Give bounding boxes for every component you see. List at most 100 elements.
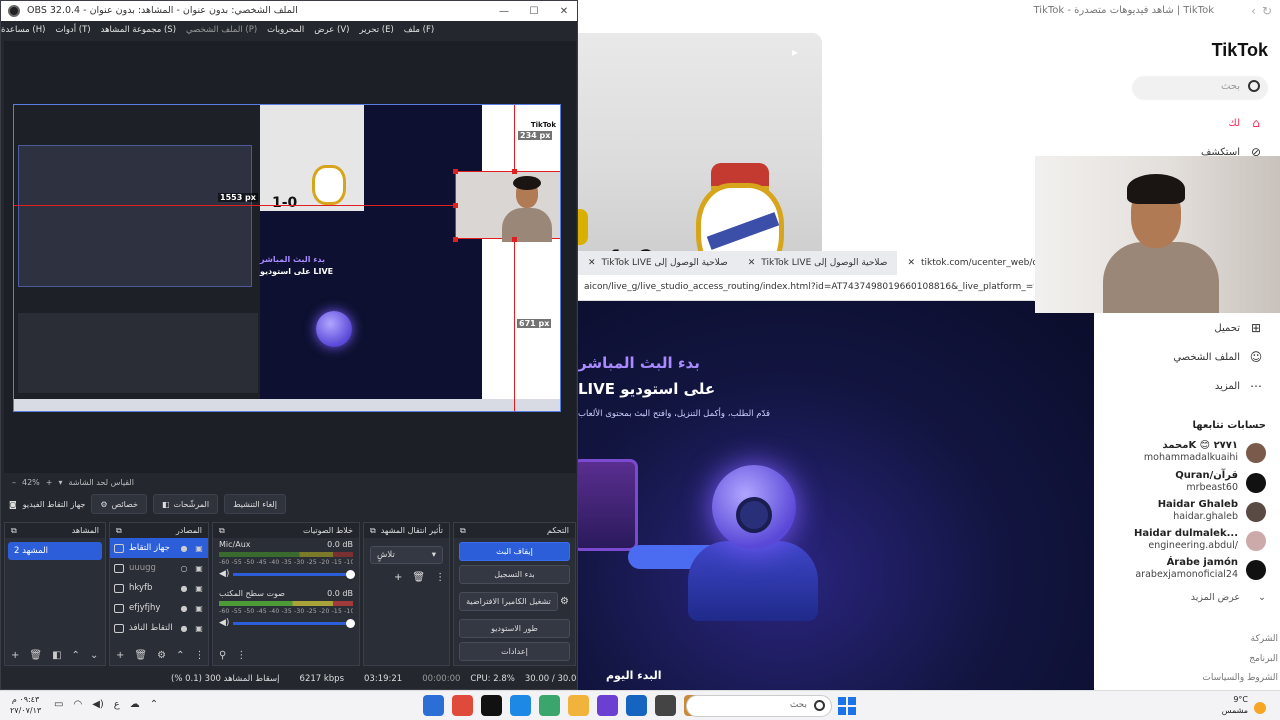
- arrow-down-icon[interactable]: ⌄: [90, 650, 98, 661]
- browser-tab[interactable]: ✕ TikTok LIVE صلاحية الوصول إلى: [738, 251, 898, 275]
- menu-edit[interactable]: تحرير (E): [359, 21, 393, 39]
- taskbar-clock[interactable]: ٠٩:٤٣ م ٢٧/٠٧/١٣: [10, 694, 41, 716]
- weather-widget[interactable]: 9°C مشمس: [1222, 694, 1266, 716]
- lock-icon[interactable]: ▣: [194, 544, 204, 553]
- onedrive-icon[interactable]: ☁: [130, 699, 140, 710]
- lock-icon[interactable]: ▣: [194, 604, 204, 613]
- sidebar-item-for-you[interactable]: ⌂ لك: [1229, 116, 1264, 130]
- visibility-eye-icon[interactable]: ●: [179, 624, 189, 633]
- menu-help[interactable]: مساعدة (H): [1, 21, 45, 39]
- sidebar-item-profile[interactable]: ☺ الملف الشخصي: [1173, 350, 1264, 364]
- arrow-up-icon[interactable]: ⌃: [72, 650, 80, 661]
- taskbar-app-icon[interactable]: [626, 695, 647, 716]
- menu-scene-collection[interactable]: مجموعة المشاهد (S): [101, 21, 176, 39]
- zoom-dropdown-icon[interactable]: ▾: [58, 478, 62, 487]
- taskbar-app-icon[interactable]: [539, 695, 560, 716]
- speaker-icon[interactable]: ◀): [219, 569, 229, 579]
- taskbar-app-icon[interactable]: [423, 695, 444, 716]
- menu-tools[interactable]: أدوات (T): [55, 21, 90, 39]
- zoom-out-button[interactable]: –: [12, 478, 16, 487]
- source-item[interactable]: uuugg ○ ▣: [110, 558, 208, 578]
- add-icon[interactable]: +: [116, 650, 124, 661]
- transition-select[interactable]: تلاشٍ ▾: [370, 546, 443, 564]
- tiktok-search-input[interactable]: بحث: [1132, 76, 1268, 100]
- trash-icon[interactable]: 🗑: [29, 650, 42, 661]
- dock-popout-icon[interactable]: ⧉: [219, 526, 225, 536]
- reload-icon[interactable]: ↻: [1262, 4, 1272, 18]
- resize-handle[interactable]: [453, 169, 458, 174]
- browser-tab-title[interactable]: TikTok | شاهد فيديوهات متصدرة - TikTok: [1034, 5, 1215, 16]
- lock-icon[interactable]: ▣: [194, 584, 204, 593]
- video-player[interactable]: 1-0 ▸: [578, 33, 822, 251]
- trash-icon[interactable]: 🗑: [412, 572, 425, 583]
- following-account[interactable]: Quran/قرآن mrbeast60: [1116, 470, 1266, 496]
- lock-icon[interactable]: ▣: [194, 564, 204, 573]
- browser-tab[interactable]: ✕ TikTok LIVE صلاحية الوصول إلى: [578, 251, 738, 275]
- properties-button[interactable]: ⚙ خصائص: [91, 494, 147, 514]
- following-account[interactable]: Haidar Ghaleb haidar.ghaleb: [1116, 499, 1266, 525]
- footer-link[interactable]: البرنامج: [1249, 654, 1278, 664]
- close-button[interactable]: ✕: [549, 1, 577, 21]
- taskbar-app-icon[interactable]: [568, 695, 589, 716]
- volume-slider[interactable]: [233, 618, 355, 628]
- next-video-icon[interactable]: ▸: [792, 45, 798, 59]
- visibility-eye-icon[interactable]: ●: [179, 584, 189, 593]
- visibility-eye-icon[interactable]: ●: [179, 604, 189, 613]
- footer-link[interactable]: الشركة: [1251, 634, 1278, 644]
- menu-docks[interactable]: المحروبات: [267, 21, 304, 39]
- advanced-audio-icon[interactable]: ⚲: [219, 650, 226, 661]
- add-icon[interactable]: +: [394, 572, 402, 583]
- deactivate-button[interactable]: إلغاء التنشيط: [224, 494, 286, 514]
- back-icon[interactable]: ‹: [1251, 4, 1256, 18]
- stop-streaming-button[interactable]: إيقاف البث: [459, 542, 570, 561]
- dock-popout-icon[interactable]: ⧉: [370, 526, 376, 536]
- preview-webcam-source[interactable]: [455, 171, 560, 242]
- resize-handle[interactable]: [453, 237, 458, 242]
- lock-icon[interactable]: ▣: [194, 624, 204, 633]
- scene-item[interactable]: المشهد 2: [8, 542, 102, 560]
- sidebar-item-more[interactable]: ⋯ المزيد: [1215, 379, 1264, 393]
- filter-icon[interactable]: ◧: [52, 650, 61, 661]
- taskbar-app-icon[interactable]: [510, 695, 531, 716]
- taskbar-search[interactable]: بحث: [686, 695, 832, 717]
- resize-handle[interactable]: [512, 237, 517, 242]
- following-account[interactable]: Árabe jamón arabexjamonoficial24: [1116, 557, 1266, 583]
- following-account[interactable]: محمدK 😊 ٢٧٧١ mohammadalkuaihi: [1116, 440, 1266, 466]
- arrow-up-icon[interactable]: ⌃: [176, 650, 184, 661]
- resize-handle[interactable]: [512, 169, 517, 174]
- close-icon[interactable]: ✕: [907, 258, 915, 268]
- sidebar-item-upload[interactable]: ⊞ تحميل: [1214, 321, 1264, 335]
- virtual-camera-button[interactable]: تشغيل الكاميرا الافتراضية: [459, 592, 559, 611]
- battery-icon[interactable]: ▭: [54, 699, 63, 710]
- tiktok-logo[interactable]: TikTok: [1212, 40, 1268, 61]
- taskbar-app-icon[interactable]: [481, 695, 502, 716]
- search-icon[interactable]: [1248, 80, 1260, 92]
- language-icon[interactable]: ع: [114, 699, 120, 710]
- windows-start-button[interactable]: [838, 697, 856, 715]
- trash-icon[interactable]: 🗑: [134, 650, 147, 661]
- source-item[interactable]: efjyfjhy ● ▣: [110, 598, 208, 618]
- studio-mode-button[interactable]: طور الاستوديو: [459, 619, 570, 638]
- menu-view[interactable]: عرض (V): [314, 21, 349, 39]
- footer-link[interactable]: الشروط والسياسات: [1202, 673, 1278, 683]
- volume-icon[interactable]: ◀): [92, 699, 104, 710]
- add-icon[interactable]: +: [11, 650, 19, 661]
- start-recording-button[interactable]: بدء التسجيل: [459, 565, 570, 584]
- minimize-button[interactable]: —: [489, 1, 519, 21]
- address-bar[interactable]: aicon/live_g/live_studio_access_routing/…: [578, 275, 1034, 301]
- taskbar-app-icon[interactable]: [655, 695, 676, 716]
- filters-button[interactable]: ◧ المرشّحات: [152, 494, 219, 514]
- speaker-icon[interactable]: ◀): [219, 618, 229, 628]
- close-icon[interactable]: ✕: [748, 258, 756, 268]
- settings-button[interactable]: إعدادات: [459, 642, 570, 661]
- menu-profile[interactable]: الملف الشخصي (P): [186, 21, 257, 39]
- more-icon[interactable]: ⋮: [194, 650, 204, 661]
- source-item[interactable]: التقاط النافذ ● ▣: [110, 618, 208, 638]
- source-item[interactable]: hkyfb ● ▣: [110, 578, 208, 598]
- visibility-eye-icon[interactable]: ○: [179, 564, 189, 573]
- studio-footer[interactable]: البدء اليوم: [606, 669, 662, 682]
- menu-file[interactable]: ملف (F): [404, 21, 434, 39]
- source-item[interactable]: جهاز التقاط ● ▣: [110, 538, 208, 558]
- resize-handle[interactable]: [453, 203, 458, 208]
- wifi-icon[interactable]: ◠: [73, 699, 82, 710]
